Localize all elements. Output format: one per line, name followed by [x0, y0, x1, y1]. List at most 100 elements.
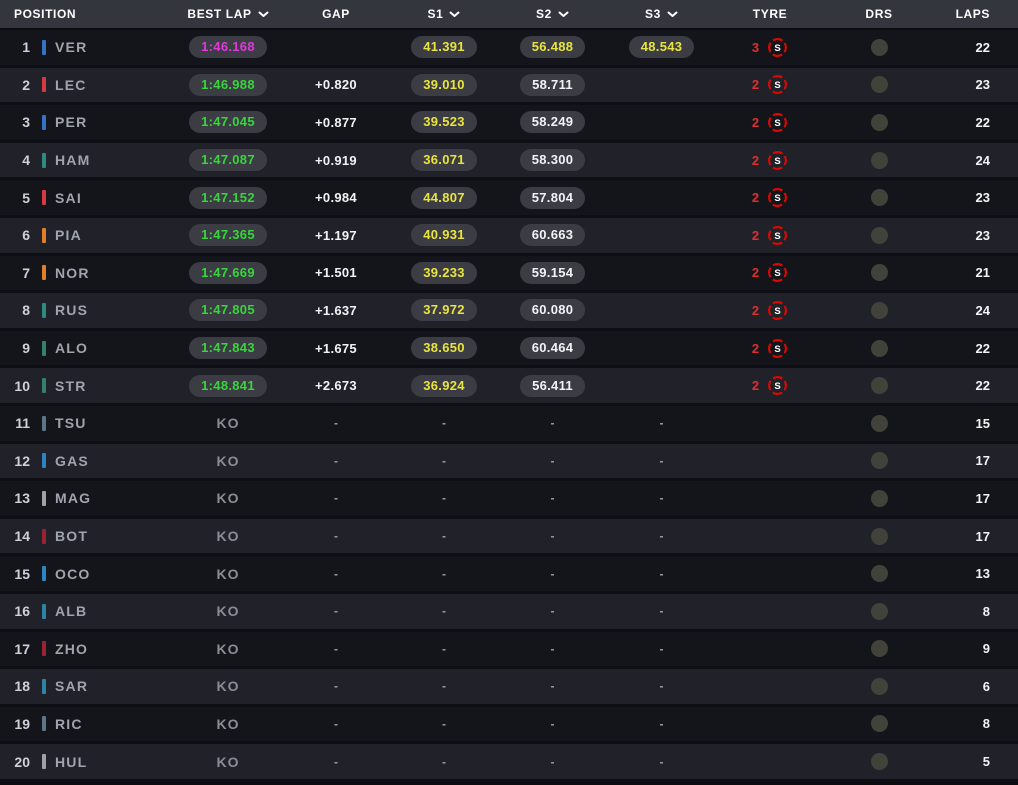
best-lap-value: 1:47.365 [189, 224, 267, 246]
table-row-ric[interactable]: 19 RIC KO - - - - 8 [0, 707, 1018, 745]
sector2-cell: - [498, 717, 607, 731]
sector2-cell: 60.080 [498, 299, 607, 321]
team-color-bar [42, 416, 46, 431]
position-number: 6 [6, 227, 30, 243]
best-lap-cell: KO [174, 603, 282, 619]
tyre-cell: 2S [716, 225, 824, 246]
drs-cell [824, 603, 934, 620]
laps-count: 17 [976, 529, 990, 544]
column-header-s1[interactable]: S1 [390, 7, 498, 21]
sector1-time: 40.931 [411, 224, 477, 246]
position-number: 9 [6, 340, 30, 356]
column-label: BEST LAP [187, 7, 251, 21]
sector1-cell: - [390, 755, 498, 769]
sector1-time: - [442, 491, 446, 505]
table-row-hul[interactable]: 20 HUL KO - - - - 5 [0, 744, 1018, 782]
best-lap-value: KO [217, 566, 240, 582]
driver-code: VER [55, 39, 87, 55]
table-row-nor[interactable]: 7 NOR 1:47.669 +1.501 39.233 59.154 2S 2… [0, 256, 1018, 294]
table-row-per[interactable]: 3 PER 1:47.045 +0.877 39.523 58.249 2S 2… [0, 105, 1018, 143]
sector2-time: - [551, 529, 555, 543]
table-row-ham[interactable]: 4 HAM 1:47.087 +0.919 36.071 58.300 2S 2… [0, 143, 1018, 181]
table-row-gas[interactable]: 12 GAS KO - - - - 17 [0, 444, 1018, 482]
table-row-lec[interactable]: 2 LEC 1:46.988 +0.820 39.010 58.711 2S 2… [0, 68, 1018, 106]
position-cell: 9 ALO [0, 340, 174, 356]
drs-indicator-icon [871, 227, 888, 244]
soft-tyre-icon: S [767, 262, 788, 283]
laps-count: 6 [983, 679, 990, 694]
soft-tyre-icon: S [767, 150, 788, 171]
position-number: 5 [6, 190, 30, 206]
table-row-ver[interactable]: 1 VER 1:46.168 41.391 56.488 48.543 3S 2… [0, 30, 1018, 68]
laps-count: 23 [976, 228, 990, 243]
column-header-best-lap[interactable]: BEST LAP [174, 7, 282, 21]
column-header-s3[interactable]: S3 [607, 7, 716, 21]
driver-code: OCO [55, 566, 91, 582]
team-color-bar [42, 115, 46, 130]
sector1-cell: 37.972 [390, 299, 498, 321]
position-cell: 15 OCO [0, 566, 174, 582]
drs-cell [824, 452, 934, 469]
gap-value: +0.877 [315, 115, 357, 130]
position-cell: 1 VER [0, 39, 174, 55]
sector2-time: 58.249 [520, 111, 586, 133]
table-row-oco[interactable]: 15 OCO KO - - - - 13 [0, 556, 1018, 594]
drs-cell [824, 302, 934, 319]
best-lap-value: 1:47.152 [189, 187, 267, 209]
table-row-sai[interactable]: 5 SAI 1:47.152 +0.984 44.807 57.804 2S 2… [0, 180, 1018, 218]
table-row-mag[interactable]: 13 MAG KO - - - - 17 [0, 481, 1018, 519]
position-number: 7 [6, 265, 30, 281]
gap-cell: +0.984 [282, 190, 390, 205]
position-cell: 4 HAM [0, 152, 174, 168]
drs-cell [824, 189, 934, 206]
column-header-s2[interactable]: S2 [498, 7, 607, 21]
team-color-bar [42, 491, 46, 506]
sector3-cell: - [607, 642, 716, 656]
position-number: 4 [6, 152, 30, 168]
position-cell: 14 BOT [0, 528, 174, 544]
table-row-zho[interactable]: 17 ZHO KO - - - - 9 [0, 632, 1018, 670]
position-number: 3 [6, 114, 30, 130]
position-cell: 8 RUS [0, 302, 174, 318]
sector2-cell: - [498, 604, 607, 618]
laps-count: 8 [983, 716, 990, 731]
table-row-sar[interactable]: 18 SAR KO - - - - 6 [0, 669, 1018, 707]
position-number: 20 [6, 754, 30, 770]
laps-count: 22 [976, 40, 990, 55]
team-color-bar [42, 378, 46, 393]
svg-text:S: S [774, 43, 780, 54]
laps-cell: 17 [934, 529, 1018, 544]
laps-count: 17 [976, 453, 990, 468]
table-row-pia[interactable]: 6 PIA 1:47.365 +1.197 40.931 60.663 2S 2… [0, 218, 1018, 256]
sector2-cell: - [498, 529, 607, 543]
sector1-cell: - [390, 454, 498, 468]
laps-cell: 21 [934, 265, 1018, 280]
svg-text:S: S [774, 81, 780, 92]
drs-cell [824, 76, 934, 93]
table-row-tsu[interactable]: 11 TSU KO - - - - 15 [0, 406, 1018, 444]
sector1-cell: - [390, 717, 498, 731]
gap-value: - [334, 529, 338, 543]
team-color-bar [42, 679, 46, 694]
sector1-cell: 40.931 [390, 224, 498, 246]
best-lap-cell: KO [174, 716, 282, 732]
best-lap-value: 1:46.168 [189, 36, 267, 58]
table-row-rus[interactable]: 8 RUS 1:47.805 +1.637 37.972 60.080 2S 2… [0, 293, 1018, 331]
table-row-bot[interactable]: 14 BOT KO - - - - 17 [0, 519, 1018, 557]
gap-value: +1.197 [315, 228, 357, 243]
column-label: S1 [428, 7, 444, 21]
team-color-bar [42, 453, 46, 468]
table-row-alo[interactable]: 9 ALO 1:47.843 +1.675 38.650 60.464 2S 2… [0, 331, 1018, 369]
table-row-alb[interactable]: 16 ALB KO - - - - 8 [0, 594, 1018, 632]
table-row-str[interactable]: 10 STR 1:48.841 +2.673 36.924 56.411 2S … [0, 368, 1018, 406]
sector2-cell: - [498, 454, 607, 468]
best-lap-cell: KO [174, 678, 282, 694]
team-color-bar [42, 529, 46, 544]
sector3-time: - [660, 567, 664, 581]
sector1-cell: - [390, 529, 498, 543]
sector2-time: - [551, 679, 555, 693]
svg-text:S: S [774, 344, 780, 355]
gap-cell: +1.501 [282, 265, 390, 280]
team-color-bar [42, 754, 46, 769]
best-lap-value: 1:47.669 [189, 262, 267, 284]
